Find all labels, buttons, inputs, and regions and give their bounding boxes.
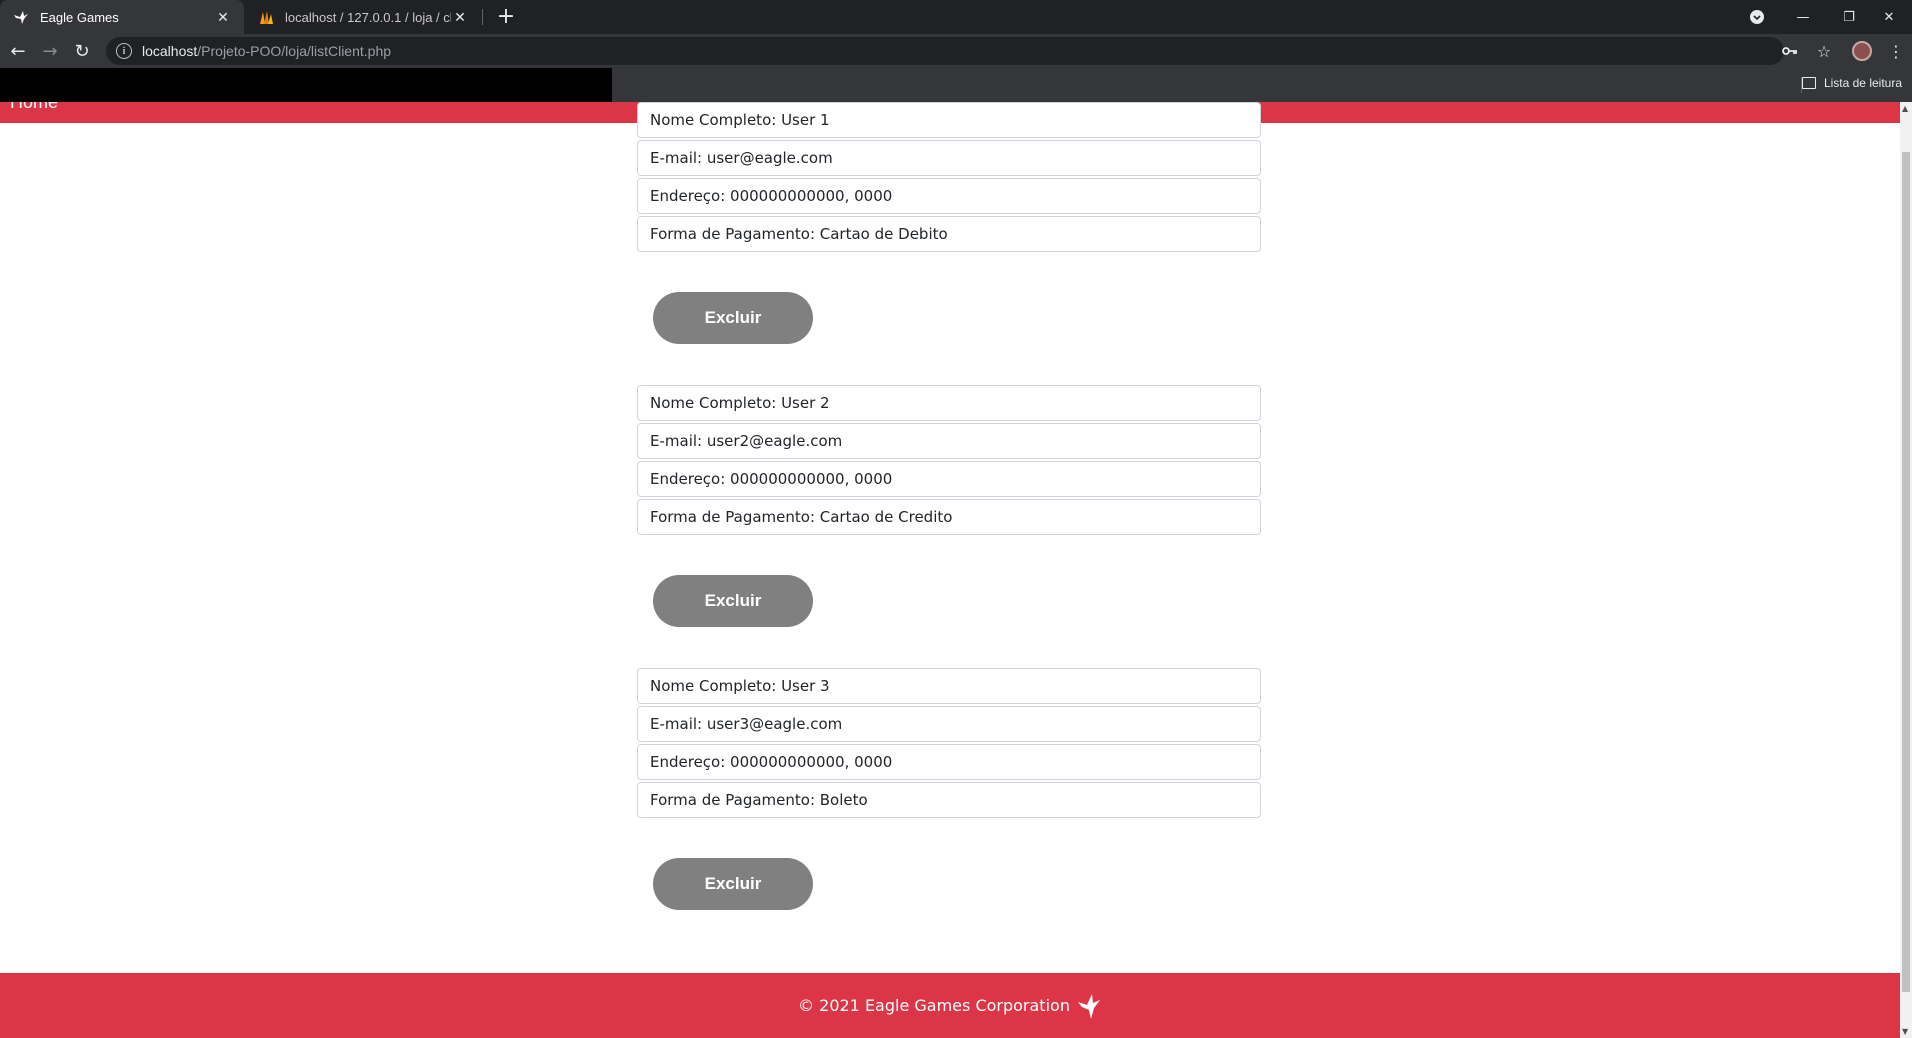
address-bar[interactable]: i localhost/Projeto-POO/loja/listClient.… xyxy=(106,37,1784,65)
scroll-down-icon[interactable]: ▼ xyxy=(1902,1027,1908,1036)
menu-icon[interactable]: ⋮ xyxy=(1884,39,1908,63)
delete-client-button[interactable]: Excluir xyxy=(653,292,813,344)
bookmark-bar: Lista de leitura xyxy=(0,68,1912,102)
phpmyadmin-icon xyxy=(257,8,275,26)
minimize-icon[interactable]: — xyxy=(1780,0,1826,34)
key-icon[interactable] xyxy=(1778,39,1802,63)
tab-divider xyxy=(482,9,483,25)
client-address-field: Endereço: 000000000000, 0000 xyxy=(637,461,1261,497)
client-name-field: Nome Completo: User 2 xyxy=(637,385,1261,421)
eagle-logo-icon xyxy=(1076,992,1102,1020)
client-name-field: Nome Completo: User 1 xyxy=(637,102,1261,138)
page-scrollbar[interactable]: ▲ ▼ xyxy=(1900,102,1912,1038)
delete-client-button[interactable]: Excluir xyxy=(653,575,813,627)
url-text: localhost/Projeto-POO/loja/listClient.ph… xyxy=(142,43,392,59)
scroll-up-icon[interactable]: ▲ xyxy=(1902,104,1908,113)
client-card: Nome Completo: User 1 E-mail: user@eagle… xyxy=(637,102,1261,344)
reading-list-icon xyxy=(1801,77,1816,89)
reading-list-label: Lista de leitura xyxy=(1823,76,1902,90)
client-address-field: Endereço: 000000000000, 0000 xyxy=(637,744,1261,780)
client-payment-field: Forma de Pagamento: Cartao de Credito xyxy=(637,499,1261,535)
tab-title: Eagle Games xyxy=(40,9,119,25)
nav-home-link[interactable]: Home xyxy=(10,102,58,113)
scrollbar-thumb[interactable] xyxy=(1902,152,1910,992)
page-viewport: Home Nome Completo: User 1 E-mail: user@… xyxy=(0,102,1912,1038)
client-address-field: Endereço: 000000000000, 0000 xyxy=(637,178,1261,214)
back-icon[interactable]: ← xyxy=(6,39,30,63)
tab-strip: Eagle Games ✕ localhost / 127.0.0.1 / lo… xyxy=(0,0,1912,34)
tab-eagle-games[interactable]: Eagle Games ✕ xyxy=(0,0,244,34)
client-card: Nome Completo: User 3 E-mail: user3@eagl… xyxy=(637,668,1261,910)
footer-text: © 2021 Eagle Games Corporation xyxy=(798,996,1070,1015)
close-window-icon[interactable]: ✕ xyxy=(1866,0,1912,34)
delete-client-button[interactable]: Excluir xyxy=(653,858,813,910)
footer: © 2021 Eagle Games Corporation xyxy=(0,973,1900,1038)
tab-title: localhost / 127.0.0.1 / loja / client xyxy=(285,9,451,25)
client-name-field: Nome Completo: User 3 xyxy=(637,668,1261,704)
reload-icon[interactable]: ↻ xyxy=(70,39,94,63)
bookmark-bar-block xyxy=(0,68,612,102)
client-email-field: E-mail: user2@eagle.com xyxy=(637,423,1261,459)
new-tab-icon[interactable]: + xyxy=(494,5,518,29)
tab-phpmyadmin[interactable]: localhost / 127.0.0.1 / loja / client ✕ xyxy=(245,0,481,34)
site-info-icon[interactable]: i xyxy=(116,43,132,59)
close-tab-icon[interactable]: ✕ xyxy=(214,8,232,26)
close-tab-icon[interactable]: ✕ xyxy=(451,8,469,26)
forward-icon[interactable]: → xyxy=(38,39,62,63)
browser-toolbar: ← → ↻ i localhost/Projeto-POO/loja/listC… xyxy=(0,34,1912,68)
eagle-icon xyxy=(12,8,30,26)
profile-avatar[interactable] xyxy=(1852,41,1872,61)
client-payment-field: Forma de Pagamento: Boleto xyxy=(637,782,1261,818)
client-payment-field: Forma de Pagamento: Cartao de Debito xyxy=(637,216,1261,252)
client-email-field: E-mail: user@eagle.com xyxy=(637,140,1261,176)
tab-search-icon[interactable] xyxy=(1734,0,1780,34)
client-card: Nome Completo: User 2 E-mail: user2@eagl… xyxy=(637,385,1261,627)
client-email-field: E-mail: user3@eagle.com xyxy=(637,706,1261,742)
reading-list-button[interactable]: Lista de leitura xyxy=(1801,76,1902,90)
bookmark-star-icon[interactable]: ☆ xyxy=(1812,39,1836,63)
